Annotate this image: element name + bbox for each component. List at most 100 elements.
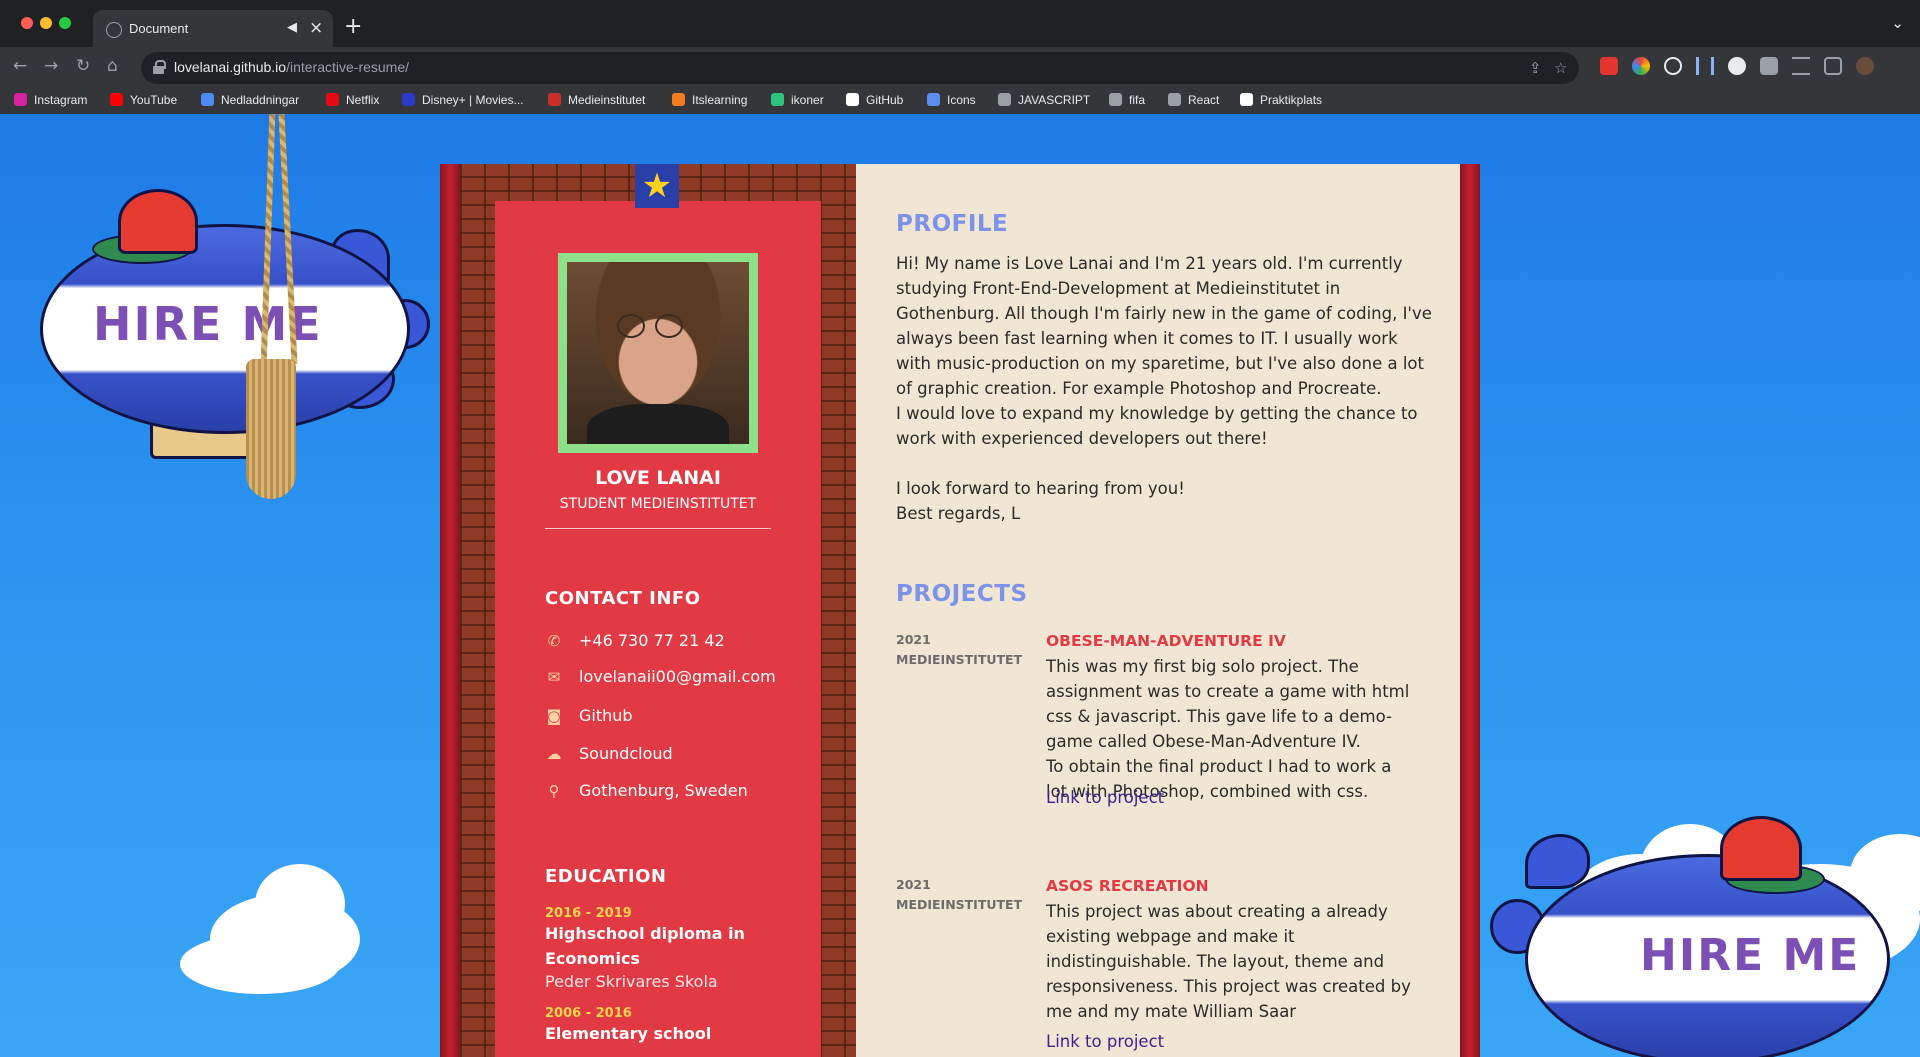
bookmark-star-icon[interactable]: ☆	[1554, 59, 1567, 77]
bookmark-react[interactable]: React	[1168, 93, 1219, 107]
bookmark-label: Icons	[947, 93, 976, 107]
project-title: ASOS RECREATION	[1046, 877, 1209, 895]
contact-item[interactable]: ⚲ Gothenburg, Sweden	[545, 781, 748, 800]
contact-item[interactable]: ☁ Soundcloud	[545, 744, 673, 763]
bookmark-javascript[interactable]: JAVASCRIPT	[998, 93, 1090, 107]
contact-text: lovelanaii00@gmail.com	[579, 667, 776, 686]
glasses-left	[617, 314, 645, 338]
bookmark-label: YouTube	[130, 93, 178, 107]
mute-tab-icon[interactable]: ◀︎	[287, 20, 297, 35]
bookmark-favicon-icon	[14, 93, 27, 106]
location-pin-icon: ⚲	[548, 781, 560, 800]
contact-text: +46 730 77 21 42	[579, 631, 725, 650]
profile-paragraph: Hi! My name is Love Lanai and I'm 21 yea…	[896, 254, 1432, 398]
bookmark-label: Disney+ | Movies...	[422, 93, 524, 107]
browser-toolbar: ← → ↻ ⌂ lovelanai.github.io/interactive-…	[0, 47, 1920, 88]
bookmark-favicon-icon	[201, 93, 214, 106]
bookmark-icons[interactable]: Icons	[927, 93, 976, 107]
bookmark-github[interactable]: GitHub	[846, 93, 903, 107]
bookmark-nedladdningar[interactable]: Nedladdningar	[201, 93, 299, 107]
home-icon[interactable]: ⌂	[107, 56, 118, 76]
bookmark-itslearning[interactable]: Itslearning	[672, 93, 747, 107]
bookmark-disney-movies[interactable]: Disney+ | Movies...	[402, 93, 523, 107]
bookmark-praktikplats[interactable]: Praktikplats	[1240, 93, 1322, 107]
bookmark-favicon-icon	[1109, 93, 1122, 106]
profile-photo	[567, 262, 749, 444]
education-years: 2016 - 2019	[545, 906, 632, 921]
color-extension-icon[interactable]	[1632, 57, 1650, 75]
extension-bars-icon[interactable]	[1696, 57, 1714, 75]
url-path: /interactive-resume/	[286, 59, 410, 75]
bookmark-netflix[interactable]: Netflix	[326, 93, 379, 107]
project-link[interactable]: Link to project	[1046, 788, 1164, 807]
person-name: LOVE LANAI	[595, 467, 721, 489]
bookmark-favicon-icon	[927, 93, 940, 106]
project-meta: 2021 MEDIEINSTITUTET	[896, 875, 1022, 915]
tab-title: Document	[129, 21, 189, 36]
close-window-button[interactable]	[21, 17, 33, 29]
bookmark-label: fifa	[1129, 93, 1146, 107]
maximize-window-button[interactable]	[59, 17, 71, 29]
react-devtools-icon[interactable]	[1664, 57, 1682, 75]
side-panel-icon[interactable]	[1824, 57, 1842, 75]
project-meta: 2021 MEDIEINSTITUTET	[896, 630, 1022, 670]
person-role: STUDENT MEDIEINSTITUTET	[559, 496, 757, 512]
minimize-window-button[interactable]	[40, 17, 52, 29]
bookmark-favicon-icon	[402, 93, 415, 106]
contact-text: Gothenburg, Sweden	[579, 781, 748, 800]
reading-list-icon[interactable]	[1792, 57, 1810, 75]
bookmark-label: Medieinstitutet	[568, 93, 646, 107]
resume-card: LOVE LANAI STUDENT MEDIEINSTITUTET CONTA…	[440, 164, 1480, 1057]
puzzle-extensions-icon[interactable]	[1760, 57, 1778, 75]
bookmark-fifa[interactable]: fifa	[1109, 93, 1145, 107]
hire-me-blimp-right[interactable]: HIRE ME	[1480, 814, 1920, 1057]
bookmark-favicon-icon	[1240, 93, 1253, 106]
profile-photo-frame	[558, 253, 758, 453]
profile-heading: PROFILE	[896, 211, 1009, 237]
bookmark-instagram[interactable]: Instagram	[14, 93, 87, 107]
project-link[interactable]: Link to project	[1046, 1032, 1164, 1051]
project-description: This was my first big solo project. The …	[1046, 654, 1416, 804]
tassel-icon	[246, 359, 296, 499]
contact-item[interactable]: ✆ +46 730 77 21 42	[545, 631, 725, 650]
back-arrow-icon[interactable]: ←	[13, 56, 27, 76]
project-description: This project was about creating a alread…	[1046, 899, 1416, 1024]
bookmark-favicon-icon	[548, 93, 561, 106]
browser-tab-strip: Document ◀︎ × + ⌄	[0, 0, 1920, 54]
url-text: lovelanai.github.io/interactive-resume/	[174, 59, 409, 75]
star-icon: ★	[635, 164, 679, 208]
bookmark-label: Instagram	[34, 93, 88, 107]
bookmark-youtube[interactable]: YouTube	[110, 93, 177, 107]
bookmark-ikoner[interactable]: ikoner	[771, 93, 824, 107]
bookmark-label: Nedladdningar	[221, 93, 300, 107]
bookmark-label: Itslearning	[692, 93, 748, 107]
address-bar[interactable]: lovelanai.github.io/interactive-resume/ …	[141, 52, 1579, 84]
hire-me-blimp-left[interactable]: HIRE ME	[0, 114, 440, 514]
tab-search-chevron-icon[interactable]: ⌄	[1891, 14, 1904, 32]
education-heading: EDUCATION	[545, 866, 667, 887]
adblock-extension-icon[interactable]	[1600, 57, 1618, 75]
close-tab-icon[interactable]: ×	[309, 18, 323, 38]
project-title: OBESE-MAN-ADVENTURE IV	[1046, 632, 1286, 650]
bookmark-label: Netflix	[346, 93, 380, 107]
globe-icon	[106, 22, 122, 38]
forward-arrow-icon[interactable]: →	[44, 56, 58, 76]
glasses-right	[655, 314, 683, 338]
bookmark-favicon-icon	[998, 93, 1011, 106]
share-icon[interactable]: ⇪	[1529, 59, 1542, 77]
reload-icon[interactable]: ↻	[76, 56, 90, 76]
contact-item[interactable]: ✉ lovelanaii00@gmail.com	[545, 667, 776, 686]
profile-avatar[interactable]	[1856, 57, 1874, 75]
bookmark-medieinstitutet[interactable]: Medieinstitutet	[548, 93, 645, 107]
bookmark-favicon-icon	[672, 93, 685, 106]
new-tab-button[interactable]: +	[344, 14, 362, 39]
blimp-fin-top	[1525, 834, 1590, 889]
project-description-text: This project was about creating a alread…	[1046, 902, 1411, 1021]
dark-mode-extension-icon[interactable]	[1728, 57, 1746, 75]
bookmarks-bar: Instagram YouTube Nedladdningar Netflix Disn…	[0, 88, 1920, 114]
photo-shirt	[587, 404, 729, 444]
lock-icon[interactable]	[153, 60, 166, 74]
contact-text: Soundcloud	[579, 744, 673, 763]
contact-item[interactable]: ◙ Github	[545, 706, 633, 725]
profile-paragraph	[896, 451, 1436, 476]
